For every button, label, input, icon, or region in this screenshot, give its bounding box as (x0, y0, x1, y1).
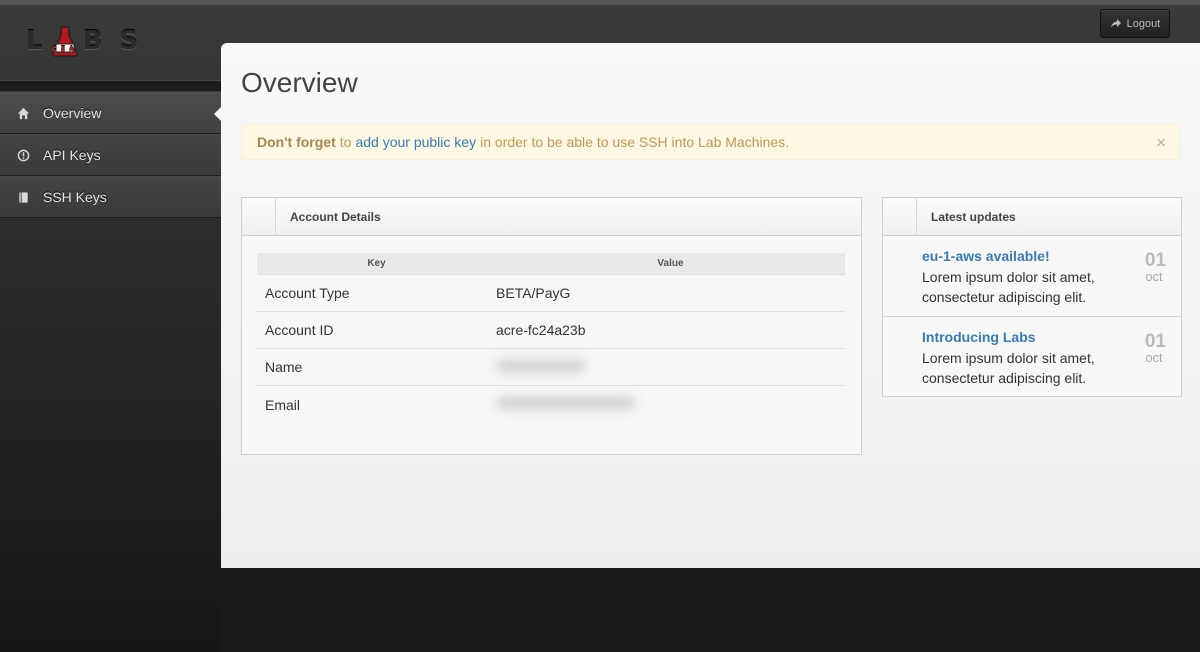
latest-updates-panel: Latest updates eu-1-aws available! Lorem… (882, 197, 1182, 397)
update-title-link[interactable]: eu-1-aws available! (922, 248, 1181, 264)
account-table: Key Value Account Type BETA/PayG Account… (257, 253, 845, 423)
update-body: Lorem ipsum dolor sit amet, consectetur … (922, 269, 1095, 305)
logout-button[interactable]: Logout (1100, 9, 1170, 38)
flask-logo-icon: CZA (51, 25, 79, 57)
panel-header: Account Details (242, 198, 861, 236)
sidebar-item-api-keys[interactable]: API Keys (0, 134, 221, 176)
sidebar-item-label: Overview (43, 105, 102, 121)
update-item: eu-1-aws available! Lorem ipsum dolor si… (883, 236, 1181, 317)
table-row: Name (257, 349, 845, 386)
update-item: Introducing Labs Lorem ipsum dolor sit a… (883, 317, 1181, 398)
column-header-value: Value (657, 258, 684, 269)
panel-title: Latest updates (931, 209, 1016, 224)
column-header-key: Key (367, 258, 386, 269)
logo-emblem-text: CZA (52, 46, 77, 53)
labs-logo[interactable]: L CZA B S (26, 24, 142, 58)
table-row: Email (257, 386, 845, 423)
bottom-bar (221, 568, 1200, 652)
book-icon (16, 190, 30, 204)
table-row: Account Type BETA/PayG (257, 275, 845, 312)
redaction-blur (496, 396, 636, 410)
info-icon (16, 148, 30, 162)
row-value: BETA/PayG (496, 285, 571, 301)
redacted-name-value (496, 358, 845, 376)
sidebar-item-overview[interactable]: Overview (0, 92, 222, 134)
logo-letter-l: L (26, 26, 47, 56)
panel-header-icon-slot (242, 198, 276, 235)
sidebar-item-ssh-keys[interactable]: SSH Keys (0, 176, 221, 218)
redaction-blur (496, 358, 586, 373)
close-icon[interactable]: × (1156, 133, 1166, 153)
sidebar-item-label: API Keys (43, 147, 101, 163)
table-row: Account ID acre-fc24a23b (257, 312, 845, 349)
update-body: Lorem ipsum dolor sit amet, consectetur … (922, 350, 1095, 386)
redacted-email-value (496, 396, 845, 413)
ssh-key-alert: Don't forget to add your public key in o… (241, 124, 1181, 160)
update-month: oct (1145, 350, 1163, 365)
row-key: Account Type (265, 285, 350, 301)
logout-label: Logout (1126, 17, 1161, 30)
alert-text-post: in order to be able to use SSH into Lab … (480, 134, 790, 150)
update-month: oct (1145, 269, 1163, 284)
row-key: Name (265, 359, 303, 375)
panel-header: Latest updates (883, 198, 1181, 236)
update-title-link[interactable]: Introducing Labs (922, 329, 1181, 345)
panel-header-icon-slot (883, 198, 917, 235)
logo-letters-bs: B S (82, 26, 143, 56)
row-key: Account ID (265, 322, 334, 338)
share-arrow-icon (1110, 18, 1121, 28)
sidebar: Overview API Keys SSH Keys (0, 80, 222, 218)
page-title: Overview (241, 67, 358, 98)
sidebar-divider (0, 80, 221, 92)
row-value: acre-fc24a23b (496, 322, 586, 338)
top-strip (0, 0, 1200, 5)
sidebar-item-label: SSH Keys (43, 189, 107, 205)
alert-strong: Don't forget (257, 134, 336, 150)
main-panel: Overview Don't forget to add your public… (221, 43, 1200, 568)
table-header: Key Value (257, 253, 845, 275)
alert-text-pre: to (339, 134, 352, 150)
row-key: Email (265, 396, 301, 413)
account-details-panel: Account Details Key Value Account Type B… (241, 197, 862, 455)
panel-title: Account Details (290, 209, 381, 224)
home-icon (16, 106, 30, 120)
add-public-key-link[interactable]: add your public key (355, 134, 476, 150)
